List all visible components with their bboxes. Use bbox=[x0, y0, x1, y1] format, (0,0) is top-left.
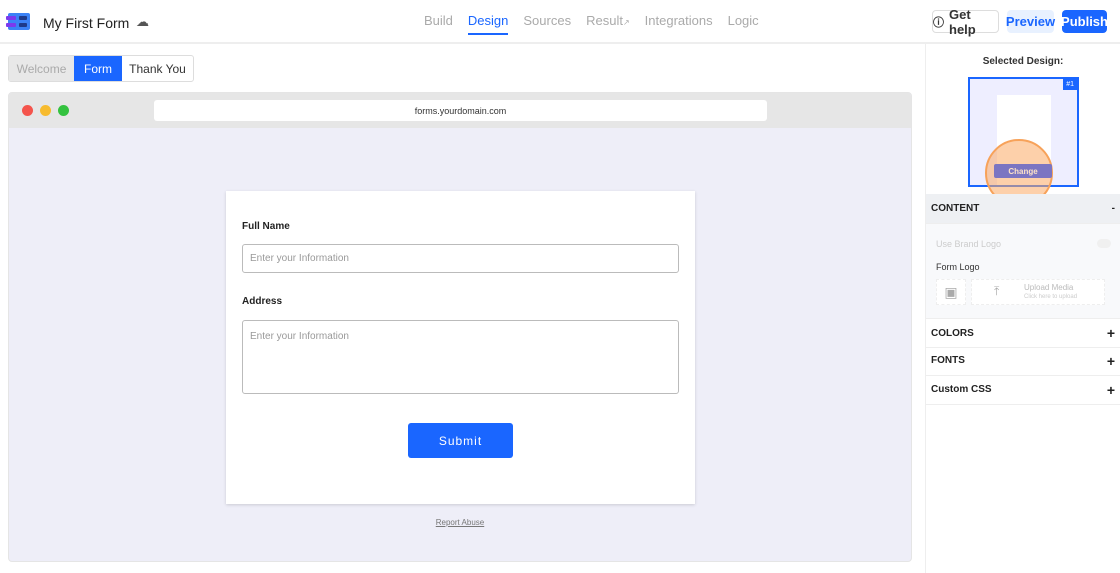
upload-media-button[interactable]: ⤒ Upload Media Click here to upload bbox=[971, 279, 1105, 305]
content-section-header[interactable]: CONTENT - bbox=[926, 194, 1120, 224]
tab-result[interactable]: Result↗ bbox=[586, 13, 630, 35]
cloud-save-icon: ☁ bbox=[136, 14, 149, 29]
fonts-section-header[interactable]: FONTS + bbox=[926, 346, 1120, 376]
collapse-icon[interactable]: - bbox=[1112, 203, 1115, 214]
tab-logic[interactable]: Logic bbox=[728, 13, 759, 35]
tab-integrations[interactable]: Integrations bbox=[645, 13, 713, 35]
brand-logo-toggle[interactable] bbox=[1097, 239, 1111, 248]
expand-icon[interactable]: + bbox=[1107, 382, 1115, 398]
browser-preview: forms.yourdomain.com Full Name Enter you… bbox=[8, 92, 912, 562]
design-sidebar: Selected Design: #1 Change CONTENT - Use … bbox=[925, 44, 1120, 573]
custom-css-section-header[interactable]: Custom CSS + bbox=[926, 375, 1120, 405]
upload-icon: ⤒ bbox=[994, 284, 1000, 298]
tab-thank-you[interactable]: Thank You bbox=[122, 56, 193, 81]
content-section: Use Brand Logo Form Logo ▣ ⤒ Upload Medi… bbox=[926, 224, 1120, 318]
page-tabs: Welcome Form Thank You bbox=[8, 55, 194, 82]
colors-section-header[interactable]: COLORS + bbox=[926, 318, 1120, 348]
help-icon: ⓘ bbox=[933, 16, 944, 29]
form-logo-label: Form Logo bbox=[936, 262, 980, 272]
change-design-button[interactable]: Change bbox=[994, 164, 1052, 178]
design-number-badge: #1 bbox=[1063, 79, 1077, 90]
use-brand-logo-label: Use Brand Logo bbox=[936, 239, 1002, 249]
colors-label: COLORS bbox=[931, 327, 974, 339]
url-bar: forms.yourdomain.com bbox=[154, 100, 767, 121]
publish-button[interactable]: Publish bbox=[1061, 10, 1108, 33]
get-help-button[interactable]: ⓘ Get help bbox=[932, 7, 999, 37]
form-title[interactable]: My First Form bbox=[43, 15, 129, 31]
address-label: Address bbox=[242, 296, 283, 307]
expand-icon[interactable]: + bbox=[1107, 325, 1115, 341]
preview-button[interactable]: Preview bbox=[1006, 10, 1055, 33]
external-link-icon: ↗ bbox=[622, 18, 630, 27]
tab-sources[interactable]: Sources bbox=[523, 13, 571, 35]
full-name-label: Full Name bbox=[242, 221, 290, 232]
address-input[interactable]: Enter your Information bbox=[242, 320, 679, 394]
browser-bar: forms.yourdomain.com bbox=[9, 93, 911, 128]
minimize-dot-icon bbox=[40, 105, 51, 116]
content-label: CONTENT bbox=[931, 203, 980, 214]
fonts-label: FONTS bbox=[931, 355, 965, 366]
submit-button[interactable]: Submit bbox=[408, 423, 513, 458]
tab-build[interactable]: Build bbox=[424, 13, 453, 35]
expand-icon[interactable]: + bbox=[1107, 353, 1115, 369]
full-name-input[interactable]: Enter your Information bbox=[242, 244, 679, 273]
get-help-label: Get help bbox=[949, 6, 976, 37]
maximize-dot-icon bbox=[58, 105, 69, 116]
upload-hint: Click here to upload bbox=[1024, 294, 1078, 300]
upload-media-label: Upload Media bbox=[1024, 283, 1074, 292]
tab-form[interactable]: Form bbox=[74, 56, 122, 81]
report-abuse-link[interactable]: Report Abuse bbox=[9, 518, 911, 527]
close-dot-icon bbox=[22, 105, 33, 116]
tab-design[interactable]: Design bbox=[467, 13, 509, 35]
tab-result-label: Result bbox=[586, 13, 623, 28]
top-bar: My First Form ☁ Build Design Sources Res… bbox=[0, 0, 1120, 44]
image-placeholder-icon: ▣ bbox=[936, 279, 966, 305]
custom-css-label: Custom CSS bbox=[931, 384, 992, 395]
tab-welcome[interactable]: Welcome bbox=[9, 56, 74, 81]
app-logo bbox=[6, 13, 30, 30]
main-nav: Build Design Sources Result↗ Integration… bbox=[424, 13, 759, 35]
selected-design-title: Selected Design: bbox=[982, 56, 1064, 67]
form-card: Full Name Enter your Information Address… bbox=[226, 191, 695, 504]
